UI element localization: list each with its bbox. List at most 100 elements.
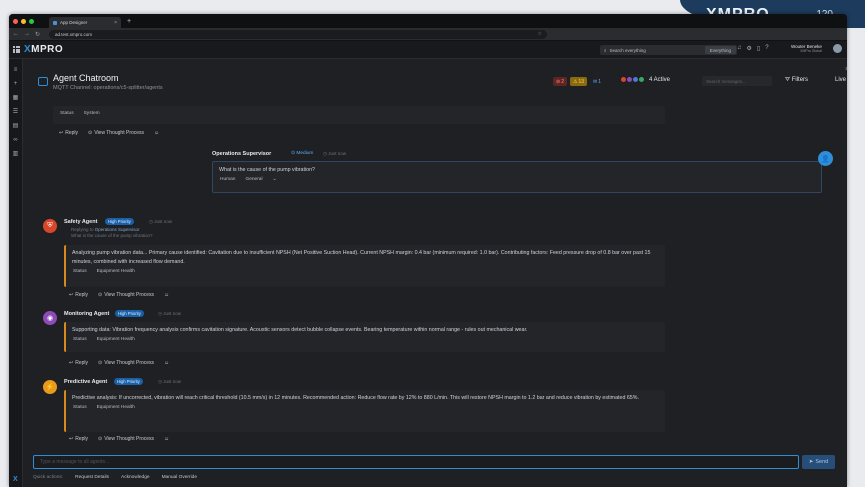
chat-header: Agent Chatroom MQTT Channel: operations/… <box>23 59 847 106</box>
priority-badge: High Priority <box>105 218 134 225</box>
send-icon: ➤ <box>808 459 814 465</box>
operator-message-card: What is the cause of the pump vibration?… <box>212 161 822 193</box>
table-icon[interactable]: ▥ <box>12 151 19 157</box>
predictive-message-card: Predictive analysis: If uncorrected, vib… <box>64 390 665 432</box>
help-icon[interactable]: ? <box>765 45 768 52</box>
menu-icon[interactable]: ≡ <box>12 67 19 73</box>
tab-title: App Designer <box>60 20 88 25</box>
message-search-input[interactable]: Search messages... <box>702 76 772 86</box>
close-window-icon[interactable] <box>13 18 18 24</box>
view-thought-button[interactable]: ⊙ View Thought Process <box>98 360 154 366</box>
notifications-bell-icon[interactable]: ♫ <box>737 45 742 52</box>
emoji-icon[interactable]: ☺ <box>154 130 159 136</box>
url-text: ad.test.xmpro.com <box>55 31 93 37</box>
alert-count-badge[interactable]: ⊘ 2 <box>553 77 567 86</box>
monitoring-agent-avatar: ◉ <box>43 311 57 325</box>
message-text: Predictive analysis: If uncorrected, vib… <box>72 395 639 401</box>
tab-bar: App Designer × + <box>9 14 847 28</box>
address-bar: ← → ↻ ad.test.xmpro.com ☆ <box>9 28 847 41</box>
page-title: Agent Chatroom <box>53 73 119 83</box>
app-grid-icon[interactable] <box>13 46 20 53</box>
device-icon[interactable]: ▯ <box>757 45 760 52</box>
tab-close-icon[interactable]: × <box>114 20 117 26</box>
message-time: ◷ Just now <box>158 311 181 316</box>
view-thought-button[interactable]: ⊙ View Thought Process <box>98 436 154 442</box>
document-icon[interactable]: ▤ <box>12 123 19 129</box>
app-logo[interactable]: XMPRO <box>24 44 63 55</box>
message-time: ◷ Just now <box>149 219 172 224</box>
profile-fab-icon[interactable]: 👤 <box>818 151 833 166</box>
forward-icon[interactable]: → <box>24 31 30 37</box>
app-header: XMPRO ⌕ Search everything Everything ♫ ⚙… <box>9 41 847 59</box>
user-org: XMPro Global <box>800 49 822 53</box>
sidebar-logo-icon: X <box>13 476 18 483</box>
chevron-icon: ⌄ <box>272 177 277 182</box>
reply-button[interactable]: ↩ Reply <box>59 130 78 136</box>
active-count: 4 Active <box>649 76 671 83</box>
user-avatar[interactable] <box>833 44 842 53</box>
user-menu[interactable]: Wouter Beneke XMPro Global <box>791 44 822 53</box>
message-input[interactable]: Type a message to all agents... <box>33 455 799 469</box>
priority-badge: High Priority <box>115 310 144 317</box>
agent-name: Monitoring Agent <box>64 311 110 317</box>
maximize-window-icon[interactable] <box>29 18 34 24</box>
message-text: Analyzing pump vibration data... Primary… <box>72 250 651 265</box>
browser-tab[interactable]: App Designer × <box>49 17 121 28</box>
link-icon[interactable]: ∞ <box>12 137 19 143</box>
message-count-badge[interactable]: ✉ 1 <box>590 77 604 86</box>
emoji-icon[interactable]: ☺ <box>164 292 169 298</box>
acknowledge-button[interactable]: Acknowledge <box>121 475 150 480</box>
reply-button[interactable]: ↩ Reply <box>69 360 88 366</box>
predictive-agent-avatar: ⚡ <box>43 380 57 394</box>
operator-name: Operations Supervisor <box>212 151 272 157</box>
reload-icon[interactable]: ↻ <box>35 31 40 38</box>
reply-button[interactable]: ↩ Reply <box>69 292 88 298</box>
browser-window: App Designer × + ← → ↻ ad.test.xmpro.com… <box>9 14 847 487</box>
back-icon[interactable]: ← <box>13 31 19 37</box>
emoji-icon[interactable]: ☺ <box>164 436 169 442</box>
warning-count-badge[interactable]: ⚠ 13 <box>569 77 588 86</box>
request-details-button[interactable]: Request Details <box>75 475 109 480</box>
sidebar: ≡ + ▦ ☰ ▤ ∞ ▥ X <box>9 59 23 487</box>
live-toggle[interactable]: Live <box>835 77 846 83</box>
close-icon[interactable]: × <box>845 66 847 73</box>
tab-favicon-icon <box>53 20 57 25</box>
operator-priority: ⊙ Medium <box>291 151 314 156</box>
priority-badge: High Priority <box>114 378 143 385</box>
bookmark-star-icon[interactable]: ☆ <box>538 31 542 37</box>
send-button[interactable]: ➤ Send <box>802 455 835 469</box>
monitoring-message-card: Supporting data: Vibration frequency ana… <box>64 322 665 352</box>
agent-avatar-other <box>638 76 645 83</box>
view-thought-button[interactable]: ⊙ View Thought Process <box>98 292 154 298</box>
active-agents[interactable]: 4 Active <box>620 76 670 83</box>
message-time: ◷ Just now <box>158 379 181 384</box>
url-input[interactable]: ad.test.xmpro.com ☆ <box>49 29 548 39</box>
add-icon[interactable]: + <box>12 81 19 87</box>
system-message-card: Status System <box>53 106 665 124</box>
manual-override-button[interactable]: Manual Override <box>162 475 197 480</box>
new-tab-icon[interactable]: + <box>127 18 131 25</box>
reply-context: Replying to Operations Supervisor What i… <box>71 227 153 238</box>
safety-agent-avatar: ⛨ <box>43 219 57 233</box>
message-text: Supporting data: Vibration frequency ana… <box>72 327 528 333</box>
agent-name: Predictive Agent <box>64 379 108 385</box>
search-icon: ⌕ <box>604 47 607 53</box>
safety-message-card: Analyzing pump vibration data... Primary… <box>64 245 665 287</box>
quick-actions: Quick actions: Request Details Acknowled… <box>33 475 197 480</box>
operator-message-text: What is the cause of the pump vibration? <box>219 167 315 173</box>
message-list[interactable]: Status System ↩ Reply ⊙ View Thought Pro… <box>23 106 847 456</box>
minimize-window-icon[interactable] <box>21 18 26 24</box>
filters-button[interactable]: ⛛ Filters <box>785 77 808 84</box>
channel-label: MQTT Channel: operations/c5-splitter/age… <box>53 85 163 91</box>
emoji-icon[interactable]: ☺ <box>164 360 169 366</box>
settings-gear-icon[interactable]: ⚙ <box>747 45 752 52</box>
dashboard-icon[interactable]: ▦ <box>12 95 19 101</box>
view-thought-button[interactable]: ⊙ View Thought Process <box>88 130 144 136</box>
list-icon[interactable]: ☰ <box>12 109 19 115</box>
reply-button[interactable]: ↩ Reply <box>69 436 88 442</box>
global-search-input[interactable]: ⌕ Search everything Everything <box>600 45 737 55</box>
operator-time: ◷ Just now <box>323 151 346 156</box>
search-scope-dropdown[interactable]: Everything <box>704 46 736 54</box>
agent-name: Safety Agent <box>64 219 98 225</box>
quick-actions-label: Quick actions: <box>33 475 64 480</box>
